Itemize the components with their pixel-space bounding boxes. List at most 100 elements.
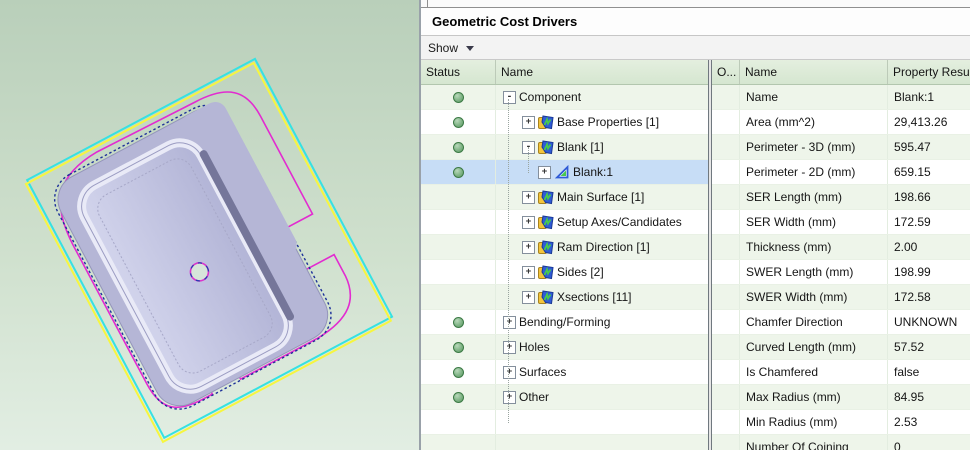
property-row[interactable]: Curved Length (mm)57.52 (712, 335, 970, 360)
gcd-icon (538, 189, 554, 205)
tree-item-label: Sides [2] (557, 265, 604, 279)
property-table: O... Name Property Result NameBlank:1 Ar… (712, 60, 970, 450)
tree-row-empty (421, 435, 708, 450)
tree-expander-icon[interactable]: + (522, 216, 535, 229)
property-row[interactable]: Perimeter - 2D (mm)659.15 (712, 160, 970, 185)
tree-row-surfaces[interactable]: + Surfaces (421, 360, 708, 385)
tree-row-blank-1-selected[interactable]: + Blank:1 (421, 160, 708, 185)
tree-item-label: Component (519, 90, 581, 104)
tree-item-label: Holes (519, 340, 550, 354)
blank-gcd-icon (554, 164, 570, 180)
tree-item-label: Setup Axes/Candidates (557, 215, 682, 229)
chevron-down-icon (466, 46, 474, 51)
show-menu-button[interactable]: Show (421, 36, 970, 60)
tree-expander-icon[interactable]: - (522, 141, 535, 154)
property-row[interactable]: Is Chamferedfalse (712, 360, 970, 385)
property-row[interactable]: NameBlank:1 (712, 85, 970, 110)
panel-top-strip (421, 0, 970, 8)
tree-row-xsections[interactable]: + Xsections [11] (421, 285, 708, 310)
property-name: Perimeter - 2D (mm) (740, 160, 888, 184)
geometric-cost-drivers-panel: Geometric Cost Drivers Show Status Name … (419, 0, 970, 450)
column-header-property-result[interactable]: Property Result (888, 60, 970, 84)
gcd-icon (538, 289, 554, 305)
property-row[interactable]: Max Radius (mm)84.95 (712, 385, 970, 410)
property-name: Curved Length (mm) (740, 335, 888, 359)
tables-region: Status Name - Component + Base Pr (421, 60, 970, 450)
status-ok-icon (453, 117, 464, 128)
tree-row-bending-forming[interactable]: + Bending/Forming (421, 310, 708, 335)
tree-expander-icon[interactable]: + (503, 391, 516, 404)
property-value: 2.00 (888, 235, 970, 259)
tree-expander-icon[interactable]: + (503, 316, 516, 329)
tree-row-ram-direction[interactable]: + Ram Direction [1] (421, 235, 708, 260)
tree-expander-icon[interactable]: + (522, 116, 535, 129)
tree-row-base-properties[interactable]: + Base Properties [1] (421, 110, 708, 135)
property-row[interactable]: SWER Width (mm)172.58 (712, 285, 970, 310)
property-name: Name (740, 85, 888, 109)
status-ok-icon (453, 167, 464, 178)
tree-expander-icon[interactable]: + (522, 291, 535, 304)
property-name: SER Length (mm) (740, 185, 888, 209)
property-value: 84.95 (888, 385, 970, 409)
property-name: Is Chamfered (740, 360, 888, 384)
property-row[interactable]: SER Width (mm)172.59 (712, 210, 970, 235)
property-row[interactable]: Number Of Coining0 (712, 435, 970, 450)
tree-expander-icon[interactable]: + (522, 241, 535, 254)
property-value: 198.66 (888, 185, 970, 209)
tree-expander-icon[interactable]: + (522, 191, 535, 204)
tree-expander-icon[interactable]: + (538, 166, 551, 179)
property-name: SWER Width (mm) (740, 285, 888, 309)
gcd-icon (538, 239, 554, 255)
gcd-icon (538, 114, 554, 130)
column-header-o[interactable]: O... (712, 60, 740, 84)
tree-row-component[interactable]: - Component (421, 85, 708, 110)
property-name: SER Width (mm) (740, 210, 888, 234)
property-name: Area (mm^2) (740, 110, 888, 134)
tree-item-label: Blank:1 (573, 165, 613, 179)
property-value: 2.53 (888, 410, 970, 434)
cad-part-render (0, 0, 419, 450)
property-row[interactable]: SER Length (mm)198.66 (712, 185, 970, 210)
property-row[interactable]: Perimeter - 3D (mm)595.47 (712, 135, 970, 160)
property-row[interactable]: SWER Length (mm)198.99 (712, 260, 970, 285)
property-body: NameBlank:1 Area (mm^2)29,413.26 Perimet… (712, 85, 970, 450)
column-header-name[interactable]: Name (496, 60, 708, 84)
property-value: false (888, 360, 970, 384)
tree-row-sides[interactable]: + Sides [2] (421, 260, 708, 285)
gcd-icon (538, 214, 554, 230)
status-ok-icon (453, 392, 464, 403)
tree-item-label: Ram Direction [1] (557, 240, 650, 254)
status-ok-icon (453, 342, 464, 353)
property-value: 0 (888, 435, 970, 450)
property-row[interactable]: Thickness (mm)2.00 (712, 235, 970, 260)
gcd-icon (538, 139, 554, 155)
tree-expander-icon[interactable]: + (522, 266, 535, 279)
property-value: 172.58 (888, 285, 970, 309)
tree-row-other[interactable]: + Other (421, 385, 708, 410)
property-header: O... Name Property Result (712, 60, 970, 85)
cad-viewport[interactable] (0, 0, 419, 450)
tree-item-label: Xsections [11] (557, 290, 631, 304)
property-name: SWER Length (mm) (740, 260, 888, 284)
tree-row-setup-axes[interactable]: + Setup Axes/Candidates (421, 210, 708, 235)
tree-item-label: Base Properties [1] (557, 115, 659, 129)
tree-row-main-surface[interactable]: + Main Surface [1] (421, 185, 708, 210)
column-header-property-name[interactable]: Name (740, 60, 888, 84)
property-row[interactable]: Min Radius (mm)2.53 (712, 410, 970, 435)
tree-expander-icon[interactable]: - (503, 91, 516, 104)
tree-row-blank-group[interactable]: - Blank [1] (421, 135, 708, 160)
property-name: Number Of Coining (740, 435, 888, 450)
property-row[interactable]: Area (mm^2)29,413.26 (712, 110, 970, 135)
property-name: Min Radius (mm) (740, 410, 888, 434)
tree-row-holes[interactable]: + Holes (421, 335, 708, 360)
panel-title: Geometric Cost Drivers (432, 14, 577, 29)
gcd-icon (538, 264, 554, 280)
property-name: Max Radius (mm) (740, 385, 888, 409)
property-row[interactable]: Chamfer DirectionUNKNOWN (712, 310, 970, 335)
column-header-status[interactable]: Status (421, 60, 496, 84)
tree-row-empty (421, 410, 708, 435)
tree-item-label: Bending/Forming (519, 315, 610, 329)
tree-expander-icon[interactable]: + (503, 366, 516, 379)
tree-expander-icon[interactable]: + (503, 341, 516, 354)
property-value: 198.99 (888, 260, 970, 284)
